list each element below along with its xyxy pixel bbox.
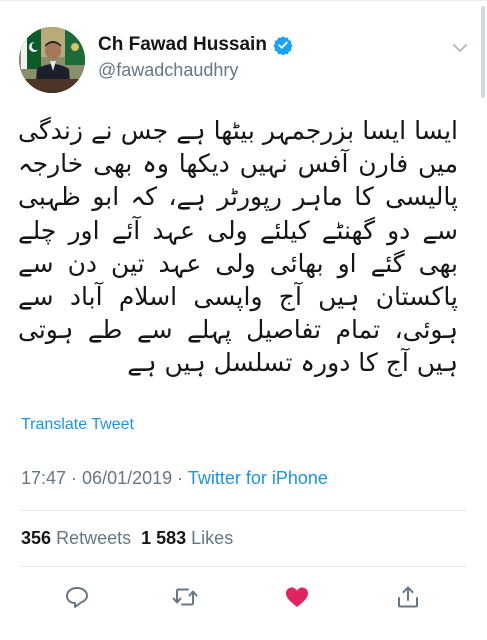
reply-icon — [66, 587, 88, 608]
name-row[interactable]: Ch Fawad Hussain — [98, 34, 293, 56]
retweet-icon — [172, 588, 198, 606]
retweet-button[interactable] — [172, 585, 198, 609]
reply-button[interactable] — [64, 585, 90, 609]
meta-separator: · — [172, 468, 188, 488]
tweet-time: 17:47 — [21, 468, 67, 488]
tweet-date[interactable]: 06/01/2019 — [82, 468, 172, 488]
avatar[interactable] — [19, 27, 85, 93]
handle[interactable]: @fawadchaudhry — [98, 60, 238, 81]
heart-icon — [286, 587, 308, 607]
retweets-stat[interactable]: 356 Retweets — [21, 528, 131, 548]
likes-count: 1 583 — [141, 528, 187, 548]
tweet-source-link[interactable]: Twitter for iPhone — [188, 468, 328, 488]
tweet-text: ایسا ایسا بزرجمہر بیٹھا ہے جس نے زندگی م… — [18, 116, 458, 378]
avatar-image — [19, 27, 85, 93]
chevron-down-icon[interactable] — [452, 40, 468, 56]
divider — [20, 566, 467, 567]
meta-separator: · — [66, 468, 83, 488]
verified-badge-icon — [273, 35, 293, 56]
likes-stat[interactable]: 1 583 Likes — [141, 528, 233, 548]
like-button[interactable] — [284, 585, 310, 609]
tweet-card: Ch Fawad Hussain @fawadchaudhry ایسا ایس… — [0, 0, 487, 640]
display-name[interactable]: Ch Fawad Hussain — [98, 34, 267, 56]
tweet-meta: 17:47 · 06/01/2019 · Twitter for iPhone — [21, 468, 328, 489]
top-border — [0, 0, 487, 1]
translate-tweet-link[interactable]: Translate Tweet — [21, 416, 134, 434]
share-button[interactable] — [395, 585, 421, 609]
likes-label: Likes — [191, 528, 234, 548]
tweet-stats: 356 Retweets 1 583 Likes — [21, 528, 233, 549]
scrollbar[interactable] — [481, 6, 485, 98]
retweets-count: 356 — [21, 528, 52, 548]
share-icon — [398, 586, 418, 608]
retweets-label: Retweets — [56, 528, 132, 548]
divider — [20, 510, 467, 511]
